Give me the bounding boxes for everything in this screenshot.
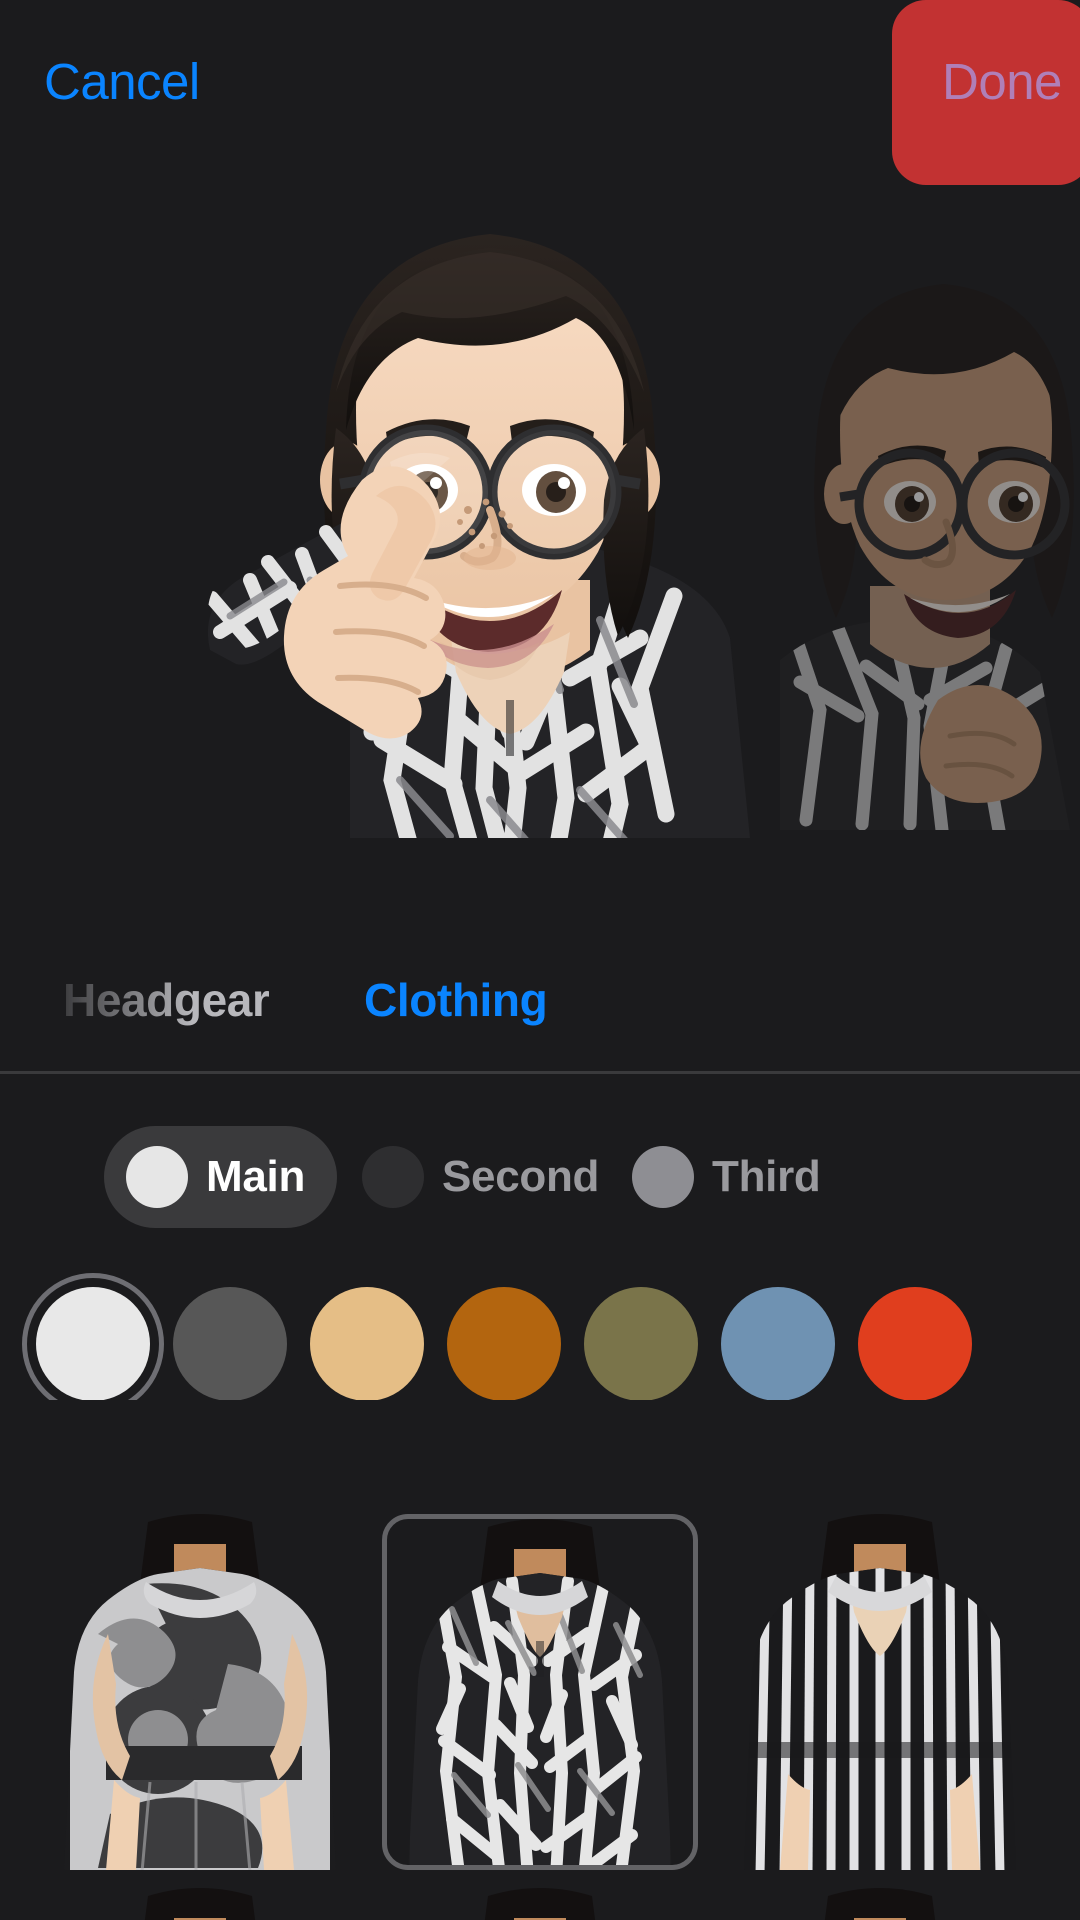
tab-headgear[interactable]: Headgear	[63, 970, 270, 1030]
outfit-plain-dark-top-2-art	[824, 1888, 936, 1920]
color-swatch-steel-blue[interactable]	[721, 1287, 835, 1400]
color-swatch-dark-gray[interactable]	[173, 1287, 287, 1400]
outfit-plain-dark-top-2[interactable]	[722, 1888, 1038, 1920]
outfit-plain-dark-top[interactable]	[382, 1888, 698, 1920]
channel-second[interactable]: Second	[340, 1126, 631, 1228]
channel-main-swatch	[126, 1146, 188, 1208]
outfit-swirl-dress-art	[64, 1514, 336, 1870]
outfit-striped-kaftan[interactable]	[722, 1514, 1038, 1870]
color-swatch-red-orange[interactable]	[858, 1287, 972, 1400]
channel-third-swatch	[632, 1146, 694, 1208]
channel-third-label: Third	[712, 1152, 821, 1201]
color-swatch-strip[interactable]	[0, 1255, 1080, 1400]
tabs-divider	[0, 1071, 1080, 1074]
outfit-plain-dark-top-art	[484, 1888, 596, 1920]
channel-second-label: Second	[442, 1152, 600, 1201]
memoji-avatar-main[interactable]	[150, 185, 790, 860]
color-swatch-tan[interactable]	[310, 1287, 424, 1400]
done-button[interactable]: Done	[942, 52, 1062, 112]
memoji-clothing-editor-screen: Cancel Done Headgear Clothing Main Secon…	[0, 0, 1080, 1920]
outfit-branch-print-top-art	[408, 1519, 672, 1865]
cancel-button[interactable]: Cancel	[44, 52, 200, 112]
avatar-carousel[interactable]	[0, 185, 1080, 935]
avatar-preview-area[interactable]	[0, 185, 1080, 935]
tab-clothing[interactable]: Clothing	[364, 970, 548, 1030]
navigation-bar: Cancel Done	[0, 0, 1080, 185]
channel-main[interactable]: Main	[104, 1126, 338, 1228]
outfit-branch-print-top[interactable]	[382, 1514, 698, 1870]
channel-main-label: Main	[206, 1152, 306, 1201]
color-swatch-olive[interactable]	[584, 1287, 698, 1400]
outfit-collar-top[interactable]	[42, 1888, 358, 1920]
color-swatch-white[interactable]	[36, 1287, 150, 1400]
color-channel-selector[interactable]: Main Second Third	[0, 1126, 1080, 1246]
memoji-avatar-next[interactable]	[770, 230, 1080, 830]
done-button-highlight: Done	[892, 0, 1080, 185]
channel-third[interactable]: Third	[610, 1126, 852, 1228]
color-swatch-orange-brown[interactable]	[447, 1287, 561, 1400]
outfit-striped-kaftan-art	[744, 1514, 1016, 1870]
outfit-swirl-dress[interactable]	[42, 1514, 358, 1870]
outfit-collar-top-art	[144, 1888, 256, 1920]
category-tab-bar[interactable]: Headgear Clothing	[0, 940, 1080, 1073]
channel-second-swatch	[362, 1146, 424, 1208]
clothing-thumbnail-grid[interactable]	[0, 1420, 1080, 1920]
